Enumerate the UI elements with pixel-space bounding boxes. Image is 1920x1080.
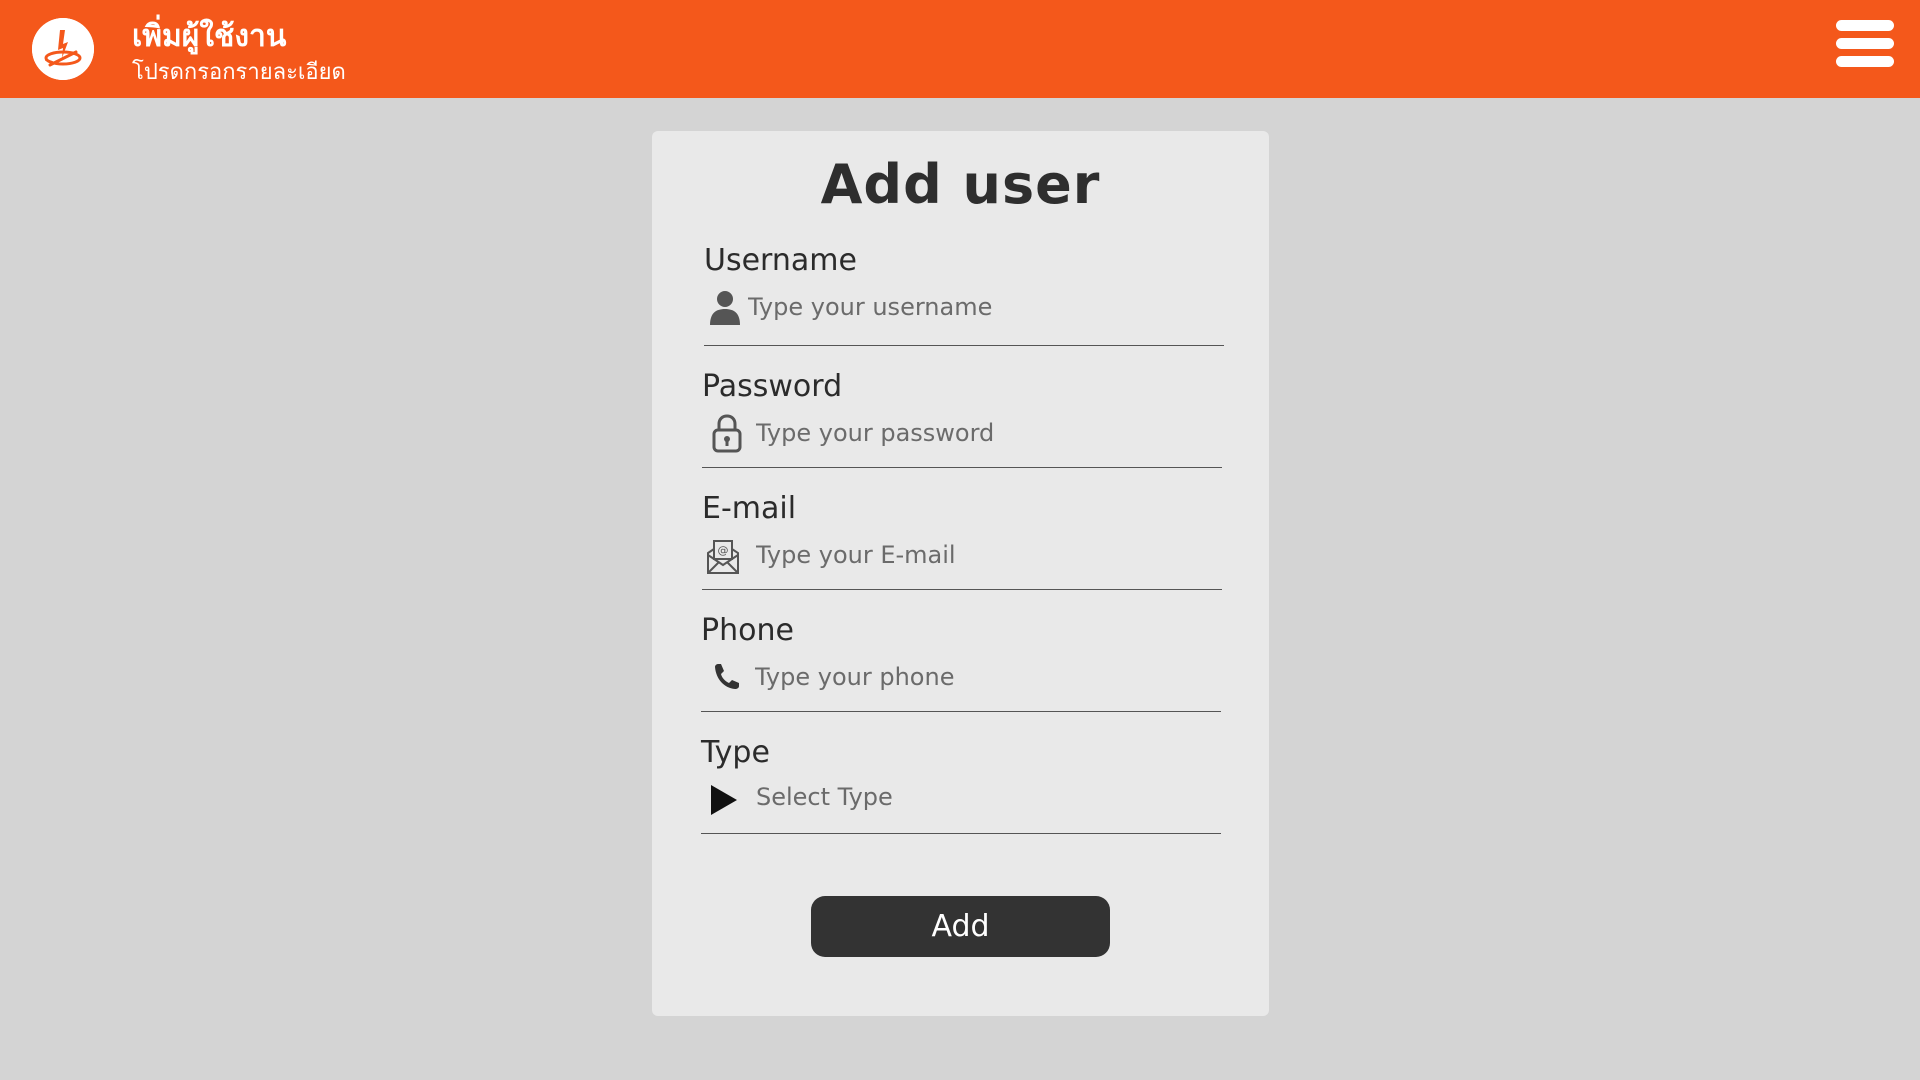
email-label: E-mail — [702, 491, 797, 526]
lock-icon — [710, 413, 744, 453]
username-input[interactable] — [748, 287, 1218, 327]
password-input[interactable] — [756, 413, 1226, 453]
hamburger-menu-icon[interactable] — [1836, 20, 1894, 68]
username-underline — [704, 345, 1224, 346]
type-select[interactable]: Select Type — [756, 783, 893, 811]
password-label: Password — [702, 369, 843, 404]
play-arrow-icon[interactable] — [709, 781, 743, 821]
torch-logo-icon — [32, 18, 94, 80]
phone-label: Phone — [701, 613, 794, 648]
phone-input[interactable] — [755, 657, 1225, 697]
top-header: เพิ่มผู้ใช้งาน โปรดกรอกรายละเอียด — [0, 0, 1920, 98]
username-label: Username — [704, 243, 857, 278]
password-underline — [702, 467, 1222, 468]
phone-icon — [709, 657, 743, 697]
type-underline — [701, 833, 1221, 834]
page-subtitle: โปรดกรอกรายละเอียด — [132, 60, 346, 85]
add-user-card: Add user Username Password E-mail — [652, 131, 1269, 1016]
page-title: เพิ่มผู้ใช้งาน — [132, 19, 287, 54]
envelope-icon: @ — [706, 535, 740, 575]
type-label: Type — [701, 735, 770, 770]
add-button[interactable]: Add — [811, 896, 1110, 957]
form-title: Add user — [820, 153, 1101, 216]
user-icon — [708, 287, 742, 327]
email-input[interactable] — [756, 535, 1226, 575]
svg-text:@: @ — [718, 544, 729, 557]
email-underline — [702, 589, 1222, 590]
phone-underline — [701, 711, 1221, 712]
